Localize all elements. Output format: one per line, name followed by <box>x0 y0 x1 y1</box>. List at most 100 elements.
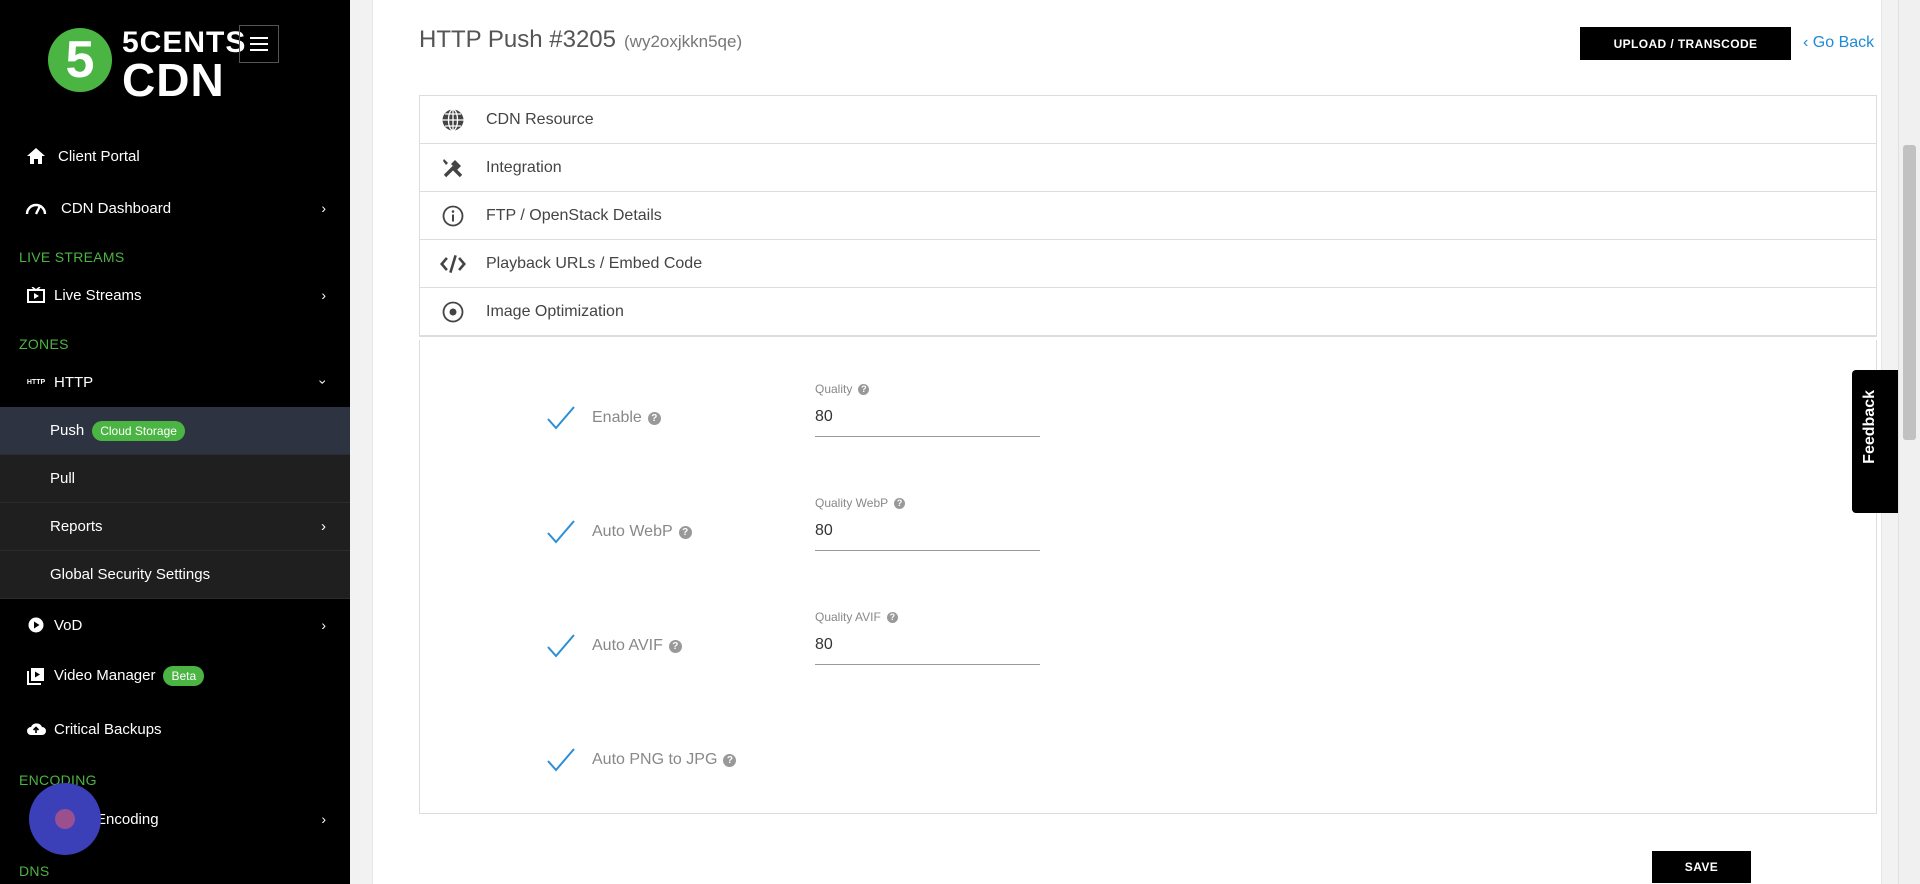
chevron-right-icon: › <box>321 811 326 827</box>
quality-avif-input[interactable] <box>815 636 1040 665</box>
feedback-tab[interactable]: Feedback <box>1852 370 1898 513</box>
live-stream-icon <box>25 284 47 306</box>
upload-transcode-button[interactable]: UPLOAD / TRANSCODE <box>1580 27 1791 60</box>
accordion-label: Image Optimization <box>486 302 624 320</box>
quality-webp-input[interactable] <box>815 522 1040 551</box>
settings-accordion: CDN Resource Integration FTP / OpenStack… <box>419 95 1877 337</box>
http-submenu: Push Cloud Storage Pull Reports › Global … <box>0 407 350 599</box>
logo-line2: CDN <box>122 54 225 106</box>
auto-avif-checkbox[interactable]: Auto AVIF? <box>546 633 682 659</box>
section-zones: ZONES <box>19 336 69 352</box>
go-back-label: Go Back <box>1812 34 1875 51</box>
quality-avif-label: Quality AVIF <box>815 610 881 624</box>
main-content: HTTP Push #3205 (wy2oxjkkn5qe) UPLOAD / T… <box>350 0 1882 884</box>
sidebar-item-label: VoD <box>54 616 83 634</box>
sidebar-item-push[interactable]: Push Cloud Storage <box>0 407 350 455</box>
save-button[interactable]: SAVE <box>1652 851 1751 883</box>
auto-png-label: Auto PNG to JPG <box>592 751 718 768</box>
info-icon <box>440 203 466 229</box>
sidebar-item-label: Encoding <box>96 810 159 828</box>
chat-icon <box>55 809 75 829</box>
auto-webp-checkbox[interactable]: Auto WebP? <box>546 519 692 545</box>
play-circle-icon <box>25 614 47 636</box>
http-icon: HTTP <box>26 378 46 386</box>
page-title: HTTP Push #3205 (wy2oxjkkn5qe) <box>419 26 742 54</box>
menu-toggle-button[interactable] <box>239 25 279 63</box>
sidebar-item-pull[interactable]: Pull <box>0 455 350 503</box>
auto-avif-label: Auto AVIF <box>592 637 663 654</box>
sidebar-item-label: Live Streams <box>54 286 142 304</box>
help-icon[interactable]: ? <box>668 639 682 653</box>
sidebar-item-label: HTTP <box>54 373 94 391</box>
sidebar-item-vod[interactable]: VoD › <box>0 613 350 637</box>
accordion-label: FTP / OpenStack Details <box>486 206 662 224</box>
sidebar-item-http[interactable]: HTTP HTTP › <box>0 370 350 394</box>
globe-icon <box>440 107 466 133</box>
page-scrollbar[interactable] <box>1898 0 1920 884</box>
sidebar-item-reports[interactable]: Reports › <box>0 503 350 551</box>
chevron-down-icon: › <box>315 379 332 385</box>
accordion-label: CDN Resource <box>486 110 594 128</box>
page-title-text: HTTP Push #3205 <box>419 26 617 53</box>
quality-label: Quality <box>815 382 853 396</box>
chevron-right-icon: › <box>321 518 326 535</box>
quality-field: Quality? <box>815 382 1040 437</box>
cloud-upload-icon <box>25 718 47 740</box>
sidebar-item-client-portal[interactable]: Client Portal <box>0 144 350 168</box>
sidebar-item-live-streams[interactable]: Live Streams › <box>0 283 350 307</box>
checkmark-icon <box>547 406 575 430</box>
beta-badge: Beta <box>163 666 205 686</box>
help-icon[interactable]: ? <box>858 383 870 395</box>
feedback-label: Feedback <box>1861 390 1878 464</box>
sidebar-item-label: Video Manager <box>54 666 156 684</box>
chat-launcher-button[interactable] <box>29 783 101 855</box>
sidebar-item-global-security[interactable]: Global Security Settings <box>0 551 350 599</box>
tools-icon <box>440 155 466 181</box>
help-icon[interactable]: ? <box>894 497 906 509</box>
section-dns: DNS <box>19 863 50 879</box>
home-icon <box>25 145 47 167</box>
sidebar-item-critical-backups[interactable]: Critical Backups <box>0 717 350 741</box>
chevron-right-icon: › <box>321 287 326 303</box>
accordion-integration[interactable]: Integration <box>420 144 1876 192</box>
quality-webp-label: Quality WebP <box>815 496 889 510</box>
scrollbar-thumb[interactable] <box>1903 145 1916 440</box>
accordion-ftp-openstack[interactable]: FTP / OpenStack Details <box>420 192 1876 240</box>
hamburger-icon <box>250 43 268 45</box>
checkmark-icon <box>547 748 575 772</box>
auto-webp-label: Auto WebP <box>592 523 673 540</box>
sidebar-item-label: Critical Backups <box>54 720 162 738</box>
logo-mark: 5 <box>48 28 112 92</box>
zone-id: (wy2oxjkkn5qe) <box>624 32 743 51</box>
section-live-streams: LIVE STREAMS <box>19 249 125 265</box>
quality-avif-field: Quality AVIF? <box>815 610 1040 665</box>
cloud-storage-badge: Cloud Storage <box>92 420 185 441</box>
gauge-icon <box>25 197 47 219</box>
sidebar-item-label: Pull <box>50 470 76 487</box>
auto-png-to-jpg-checkbox[interactable]: Auto PNG to JPG? <box>546 747 737 773</box>
accordion-label: Integration <box>486 158 562 176</box>
sidebar-item-label: Push <box>50 421 85 439</box>
chevron-right-icon: › <box>321 200 326 216</box>
help-icon[interactable]: ? <box>647 411 661 425</box>
help-icon[interactable]: ? <box>886 611 898 623</box>
chevron-left-icon: ‹ <box>1803 34 1809 51</box>
video-library-icon <box>25 665 47 687</box>
accordion-label: Playback URLs / Embed Code <box>486 254 703 272</box>
help-icon[interactable]: ? <box>678 525 692 539</box>
sidebar-item-label: Reports <box>50 518 103 535</box>
chevron-right-icon: › <box>321 617 326 633</box>
quality-input[interactable] <box>815 408 1040 437</box>
dot-circle-icon <box>440 299 466 325</box>
sidebar-item-video-manager[interactable]: Video Manager Beta <box>0 664 350 688</box>
enable-checkbox[interactable]: Enable? <box>546 405 661 431</box>
sidebar-item-cdn-dashboard[interactable]: CDN Dashboard › <box>0 196 350 220</box>
code-icon <box>440 251 466 277</box>
enable-label: Enable <box>592 409 642 426</box>
accordion-image-optimization[interactable]: Image Optimization <box>420 288 1876 336</box>
help-icon[interactable]: ? <box>723 753 737 767</box>
accordion-cdn-resource[interactable]: CDN Resource <box>420 96 1876 144</box>
accordion-playback-urls[interactable]: Playback URLs / Embed Code <box>420 240 1876 288</box>
go-back-link[interactable]: ‹ Go Back <box>1803 34 1874 52</box>
content-card: HTTP Push #3205 (wy2oxjkkn5qe) UPLOAD / T… <box>372 0 1882 884</box>
